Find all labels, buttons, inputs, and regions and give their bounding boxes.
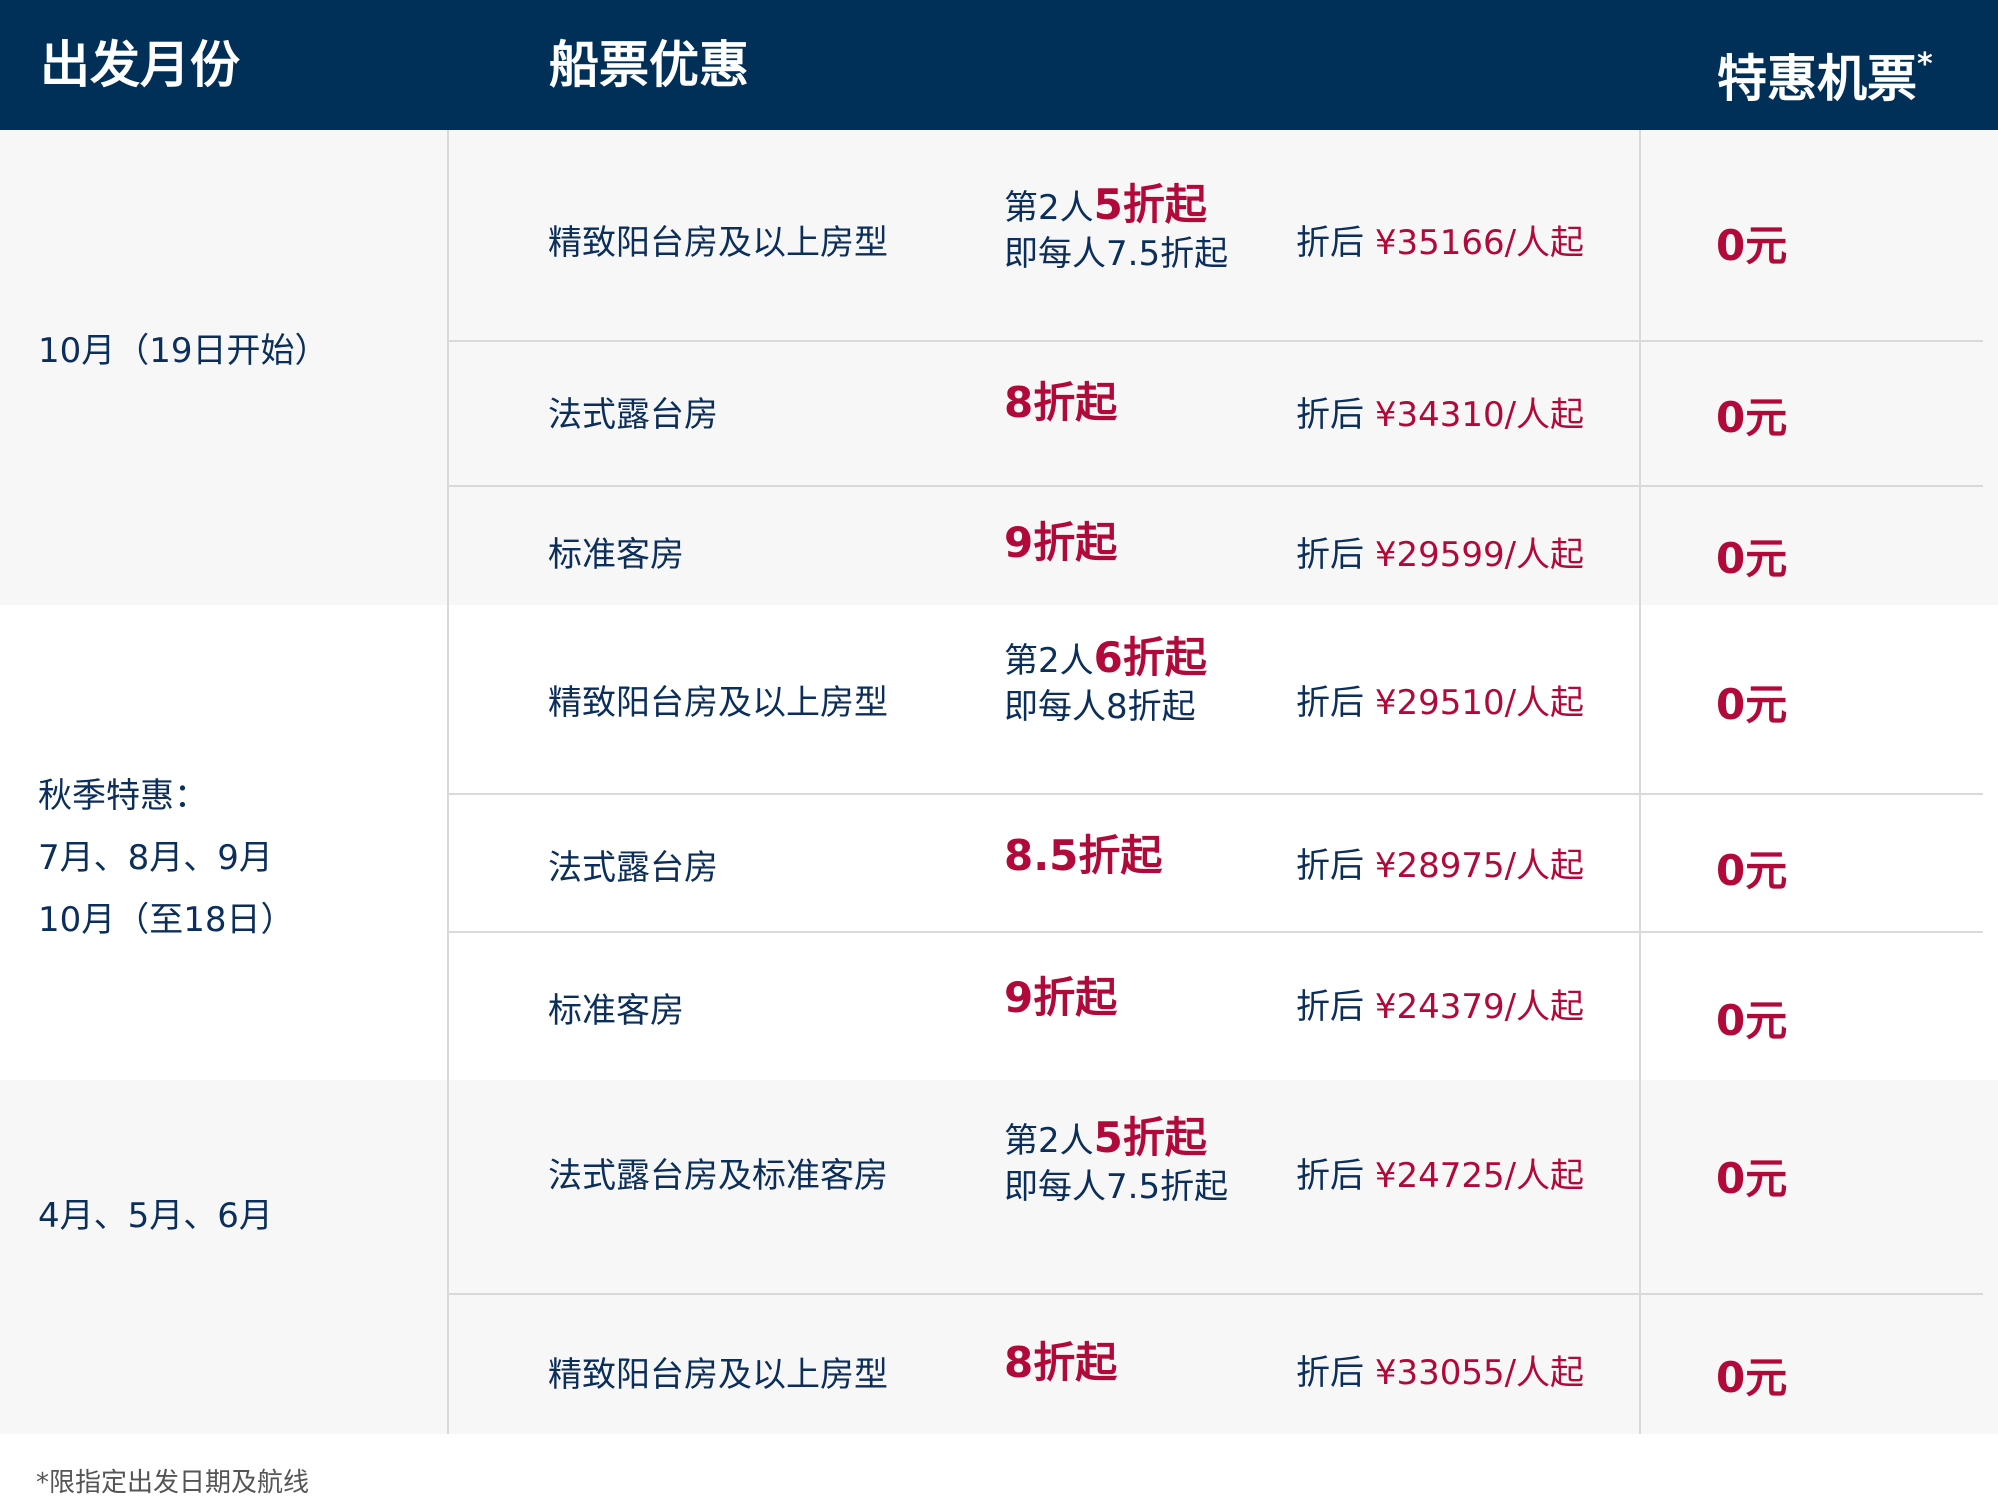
table-row: 精致阳台房及以上房型 8折起 折后 ¥33055/人起 0元: [448, 1293, 1998, 1434]
discounted-price: 折后 ¥29510/人起: [1296, 675, 1584, 724]
table-row: 标准客房 9折起 折后 ¥24379/人起 0元: [448, 931, 1998, 1080]
discounted-price: 折后 ¥33055/人起: [1296, 1345, 1584, 1394]
header-departure-month: 出发月份: [40, 36, 240, 94]
discount-line-1: 第2人5折起: [1004, 1115, 1228, 1164]
price-prefix: 折后: [1296, 1156, 1375, 1196]
price-prefix: 折后: [1296, 1353, 1375, 1393]
header-cruise-discount: 船票优惠: [549, 36, 749, 94]
price-value: ¥34310/人起: [1374, 395, 1585, 435]
cruise-discount: 第2人5折起 即每人7.5折起: [1004, 1115, 1228, 1210]
table-header: 出发月份 船票优惠 特惠机票*: [0, 0, 1998, 130]
room-type: 标准客房: [548, 991, 684, 1031]
flight-price: 0元: [1716, 996, 1788, 1045]
cruise-discount: 第2人5折起 即每人7.5折起: [1004, 182, 1228, 277]
discount-line-1: 第2人5折起: [1004, 182, 1228, 231]
discounted-price: 折后 ¥28975/人起: [1296, 838, 1584, 887]
table-row: 精致阳台房及以上房型 第2人6折起 即每人8折起 折后 ¥29510/人起 0元: [448, 605, 1998, 793]
table-row: 标准客房 9折起 折后 ¥29599/人起 0元: [448, 485, 1998, 605]
discount-rate: 5折起: [1093, 180, 1207, 229]
month-line: 10月（19日开始）: [38, 331, 329, 371]
discount-line-1: 第2人6折起: [1004, 635, 1207, 684]
flight-price: 0元: [1716, 221, 1788, 270]
cruise-discount: 8折起: [1004, 1338, 1118, 1387]
room-type: 法式露台房: [548, 395, 718, 435]
flight-price: 0元: [1716, 534, 1788, 583]
month-line: 7月、8月、9月: [38, 838, 273, 878]
flight-price: 0元: [1716, 846, 1788, 895]
header-flight-deal: 特惠机票*: [1717, 0, 1933, 130]
discounted-price: 折后 ¥29599/人起: [1296, 527, 1584, 576]
room-type: 标准客房: [548, 535, 684, 575]
discounted-price: 折后 ¥24725/人起: [1296, 1148, 1584, 1197]
month-line: 秋季特惠：: [38, 776, 208, 816]
price-value: ¥28975/人起: [1374, 846, 1585, 886]
month-label-2: 秋季特惠： 7月、8月、9月 10月（至18日）: [38, 765, 295, 951]
discount-prefix: 第2人: [1004, 1121, 1094, 1161]
price-value: ¥24379/人起: [1374, 987, 1585, 1027]
cruise-discount: 9折起: [1004, 973, 1118, 1022]
cruise-discount: 8折起: [1004, 378, 1118, 427]
price-prefix: 折后: [1296, 987, 1375, 1027]
discount-line-2: 即每人8折起: [1004, 687, 1196, 727]
discount-line-2: 即每人7.5折起: [1004, 1167, 1229, 1207]
discount-rate: 5折起: [1093, 1113, 1207, 1162]
month-line: 4月、5月、6月: [38, 1196, 273, 1236]
discounted-price: 折后 ¥24379/人起: [1296, 979, 1584, 1028]
discounted-price: 折后 ¥35166/人起: [1296, 215, 1584, 264]
price-value: ¥35166/人起: [1374, 223, 1585, 263]
flight-price: 0元: [1716, 1154, 1788, 1203]
month-label-3: 4月、5月、6月: [38, 1185, 273, 1247]
month-label-1: 10月（19日开始）: [38, 320, 329, 382]
table-row: 法式露台房及标准客房 第2人5折起 即每人7.5折起 折后 ¥24725/人起 …: [448, 1080, 1998, 1293]
price-prefix: 折后: [1296, 223, 1375, 263]
price-prefix: 折后: [1296, 846, 1375, 886]
footnote: *限指定出发日期及航线: [36, 1468, 310, 1498]
month-line: 10月（至18日）: [38, 900, 295, 940]
room-type: 法式露台房: [548, 848, 718, 888]
room-type: 精致阳台房及以上房型: [548, 1355, 888, 1395]
cruise-discount: 9折起: [1004, 518, 1118, 567]
table-row: 法式露台房 8折起 折后 ¥34310/人起 0元: [448, 340, 1998, 485]
price-value: ¥24725/人起: [1374, 1156, 1585, 1196]
cruise-discount: 第2人6折起 即每人8折起: [1004, 635, 1207, 730]
price-value: ¥33055/人起: [1374, 1353, 1585, 1393]
price-prefix: 折后: [1296, 535, 1375, 575]
discount-line-2: 即每人7.5折起: [1004, 234, 1229, 274]
table-row: 法式露台房 8.5折起 折后 ¥28975/人起 0元: [448, 793, 1998, 931]
price-prefix: 折后: [1296, 395, 1375, 435]
room-type: 精致阳台房及以上房型: [548, 223, 888, 263]
discount-rate: 6折起: [1093, 633, 1207, 682]
header-flight-asterisk: *: [1917, 47, 1933, 82]
discount-prefix: 第2人: [1004, 188, 1094, 228]
discounted-price: 折后 ¥34310/人起: [1296, 387, 1584, 436]
price-prefix: 折后: [1296, 683, 1375, 723]
price-value: ¥29510/人起: [1374, 683, 1585, 723]
flight-price: 0元: [1716, 680, 1788, 729]
header-flight-label: 特惠机票: [1717, 50, 1917, 108]
table-row: 精致阳台房及以上房型 第2人5折起 即每人7.5折起 折后 ¥35166/人起 …: [448, 130, 1998, 340]
flight-price: 0元: [1716, 393, 1788, 442]
flight-price: 0元: [1716, 1353, 1788, 1402]
discount-prefix: 第2人: [1004, 641, 1094, 681]
room-type: 法式露台房及标准客房: [548, 1156, 888, 1196]
price-value: ¥29599/人起: [1374, 535, 1585, 575]
cruise-discount: 8.5折起: [1004, 831, 1163, 880]
room-type: 精致阳台房及以上房型: [548, 683, 888, 723]
